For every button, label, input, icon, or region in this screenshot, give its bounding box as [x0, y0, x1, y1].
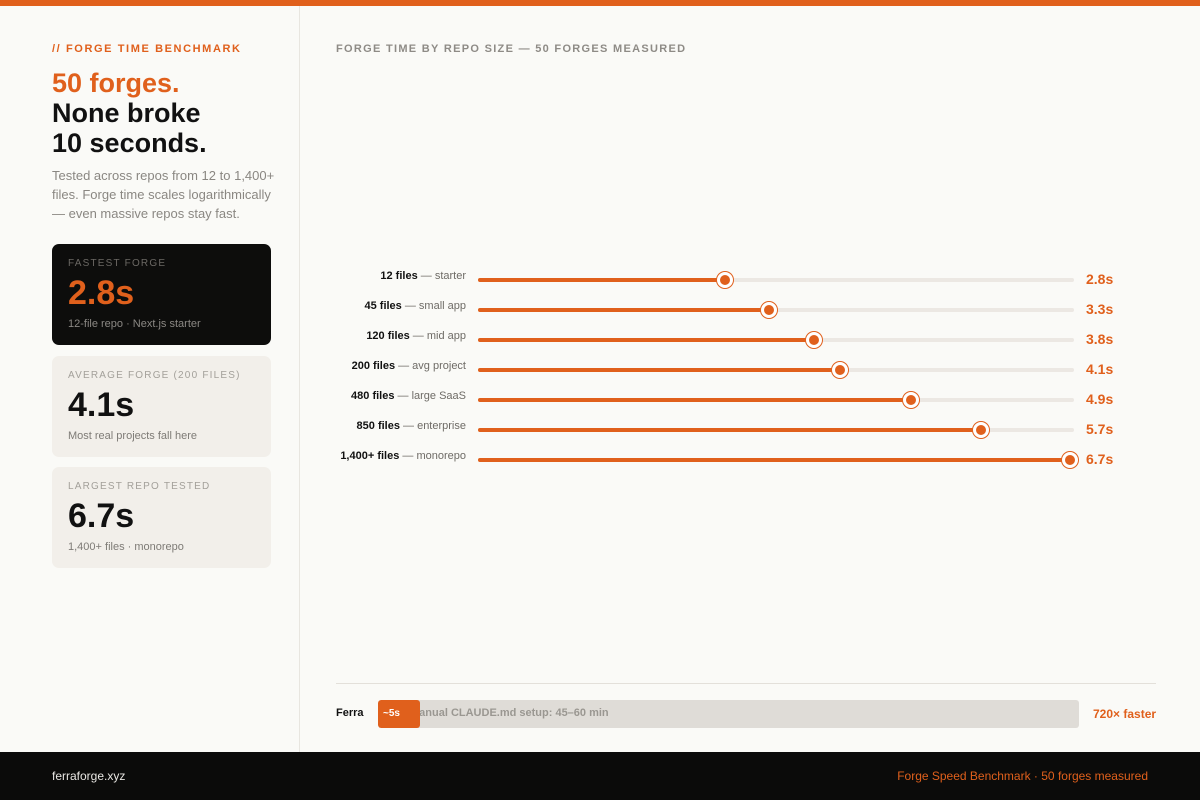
- bar-category-label: 850 files — enterprise: [336, 420, 466, 432]
- bar-end-marker: [973, 422, 989, 438]
- footer-site-link[interactable]: ferraforge.xyz: [52, 769, 125, 783]
- stat-card-fastest: FASTEST FORGE 2.8s 12-file repo · Next.j…: [52, 244, 271, 345]
- bar-fill: [478, 428, 981, 432]
- eyebrow-label: // FORGE TIME BENCHMARK: [52, 43, 242, 55]
- comparison-manual-bar: Manual CLAUDE.md setup: 45–60 min ~5s: [378, 700, 1079, 728]
- bar-row: 1,400+ files — monorepo 6.7s: [336, 442, 1166, 472]
- comparison-manual-label: Manual CLAUDE.md setup: 45–60 min: [410, 707, 609, 719]
- comparison-ferra-bar: ~5s: [378, 700, 420, 728]
- headline: 50 forges. None broke 10 seconds.: [52, 68, 207, 158]
- bar-category-label: 12 files — starter: [336, 270, 466, 282]
- summary-panel: // FORGE TIME BENCHMARK 50 forges. None …: [0, 6, 300, 752]
- bar-track: [478, 452, 1078, 468]
- bar-end-marker: [903, 392, 919, 408]
- footer-caption: Forge Speed Benchmark · 50 forges measur…: [897, 769, 1148, 783]
- bar-value-label: 4.1s: [1086, 361, 1114, 377]
- bar-track: [478, 272, 1074, 288]
- bar-category-label: 45 files — small app: [336, 300, 466, 312]
- bar-row: 120 files — mid app 3.8s: [336, 322, 1166, 352]
- bar-row: 480 files — large SaaS 4.9s: [336, 382, 1166, 412]
- headline-line-3: 10 seconds.: [52, 128, 207, 158]
- stat-card-note: 12-file repo · Next.js starter: [68, 318, 201, 330]
- bar-category-size: 120 files: [366, 330, 410, 342]
- stat-card-average: AVERAGE FORGE (200 FILES) 4.1s Most real…: [52, 356, 271, 457]
- comparison-ferra-value: ~5s: [383, 708, 400, 719]
- bar-value-label: 2.8s: [1086, 271, 1114, 287]
- bar-track: [478, 392, 1074, 408]
- stat-card-largest: LARGEST REPO TESTED 6.7s 1,400+ files · …: [52, 467, 271, 568]
- bar-category-desc: — small app: [404, 300, 466, 312]
- bar-end-marker: [717, 272, 733, 288]
- bar-category-size: 480 files: [351, 390, 395, 402]
- bar-value-label: 5.7s: [1086, 421, 1114, 437]
- bar-category-desc: — mid app: [412, 330, 466, 342]
- bar-category-desc: — avg project: [398, 360, 466, 372]
- bar-track: [478, 332, 1074, 348]
- comparison-divider: [336, 683, 1156, 684]
- bar-category-size: 200 files: [351, 360, 396, 372]
- bar-track: [478, 362, 1074, 378]
- bar-row: 12 files — starter 2.8s: [336, 262, 1166, 292]
- stat-card-note: 1,400+ files · monorepo: [68, 541, 184, 553]
- stat-card-note: Most real projects fall here: [68, 430, 197, 442]
- bar-value-label: 6.7s: [1086, 451, 1114, 467]
- bar-category-label: 1,400+ files — monorepo: [336, 450, 466, 462]
- bar-track: [478, 422, 1074, 438]
- stat-card-label: AVERAGE FORGE (200 FILES): [68, 370, 241, 381]
- bar-end-marker: [1062, 452, 1078, 468]
- bar-category-size: 45 files: [364, 300, 402, 312]
- bar-end-marker: [806, 332, 822, 348]
- bar-fill: [478, 308, 769, 312]
- bar-category-size: 12 files: [380, 270, 418, 282]
- bar-value-label: 4.9s: [1086, 391, 1114, 407]
- bar-category-desc: — enterprise: [403, 420, 466, 432]
- bar-fill: [478, 338, 814, 342]
- bar-row: 45 files — small app 3.3s: [336, 292, 1166, 322]
- bar-category-label: 480 files — large SaaS: [336, 390, 466, 402]
- stat-card-label: LARGEST REPO TESTED: [68, 481, 211, 492]
- stat-card-label: FASTEST FORGE: [68, 258, 167, 269]
- comparison-speedup: 720× faster: [1093, 707, 1157, 721]
- bar-value-label: 3.3s: [1086, 301, 1114, 317]
- bar-value-label: 3.8s: [1086, 331, 1114, 347]
- bar-track: [478, 302, 1074, 318]
- bar-fill: [478, 458, 1070, 462]
- bar-fill: [478, 278, 725, 282]
- bar-category-label: 120 files — mid app: [336, 330, 466, 342]
- comparison-ferra-label: Ferra: [336, 707, 364, 719]
- description: Tested across repos from 12 to 1,400+ fi…: [52, 168, 275, 221]
- bar-row: 850 files — enterprise 5.7s: [336, 412, 1166, 442]
- bar-end-marker: [761, 302, 777, 318]
- bar-category-label: 200 files — avg project: [336, 360, 466, 372]
- footer: ferraforge.xyz Forge Speed Benchmark · 5…: [0, 752, 1200, 800]
- headline-line-2: None broke: [52, 98, 201, 128]
- bar-fill: [478, 368, 840, 372]
- chart-title: FORGE TIME BY REPO SIZE — 50 FORGES MEAS…: [336, 43, 687, 55]
- forge-time-bar-chart: 12 files — starter 2.8s 45 files — small a…: [336, 262, 1166, 482]
- stat-card-value: 6.7s: [68, 497, 135, 535]
- stat-card-value: 4.1s: [68, 386, 135, 424]
- stat-card-value: 2.8s: [68, 274, 135, 312]
- bar-category-desc: — starter: [420, 270, 466, 282]
- bar-category-size: 1,400+ files: [340, 450, 400, 462]
- bar-fill: [478, 398, 911, 402]
- bar-end-marker: [832, 362, 848, 378]
- bar-category-desc: — large SaaS: [397, 390, 466, 402]
- bar-category-size: 850 files: [356, 420, 400, 432]
- bar-category-desc: — monorepo: [402, 450, 466, 462]
- bar-row: 200 files — avg project 4.1s: [336, 352, 1166, 382]
- headline-accent: 50 forges.: [52, 68, 180, 98]
